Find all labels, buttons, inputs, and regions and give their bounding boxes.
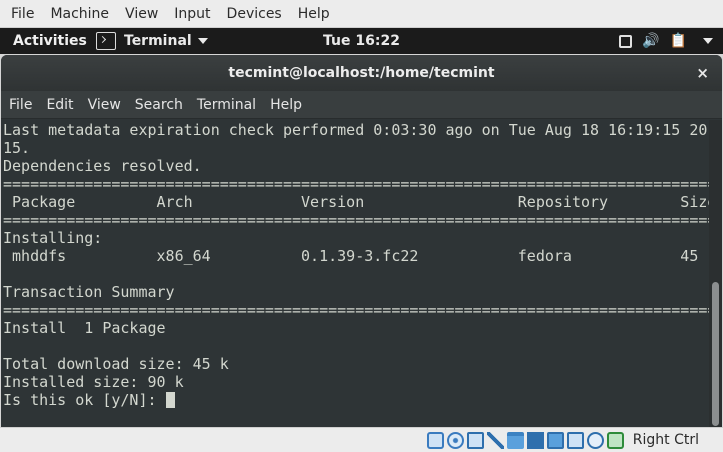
gnome-top-bar: Activities Tue 16:22 Terminal 🔊 📋: [0, 28, 723, 54]
window-titlebar[interactable]: tecmint@localhost:/home/tecmint ×: [1, 55, 722, 91]
terminal-line: ========================================…: [3, 211, 709, 229]
window-title: tecmint@localhost:/home/tecmint: [228, 65, 495, 81]
host-key-label: Right Ctrl: [632, 432, 699, 448]
terminal-screen[interactable]: Last metadata expiration check performed…: [1, 120, 709, 427]
terminal-menu-help[interactable]: Help: [263, 91, 309, 119]
app-menu-terminal[interactable]: Terminal: [96, 28, 208, 54]
vt-x-icon[interactable]: [586, 431, 604, 449]
host-menu-view[interactable]: View: [117, 0, 166, 28]
cpu-icon[interactable]: [566, 431, 584, 449]
prompt-line[interactable]: Is this ok [y/N]:: [3, 391, 709, 409]
host-menu-help[interactable]: Help: [290, 0, 338, 28]
terminal-menu-bar: File Edit View Search Terminal Help: [1, 91, 722, 119]
terminal-line: Last metadata expiration check performed…: [3, 121, 708, 139]
vbox-status-bar: Right Ctrl: [0, 427, 723, 452]
app-menu-label: Terminal: [124, 33, 192, 49]
close-icon[interactable]: ×: [696, 55, 709, 91]
host-menu-file[interactable]: File: [3, 0, 42, 28]
optical-drive-icon[interactable]: [446, 431, 464, 449]
battery-icon[interactable]: 📋: [670, 28, 687, 54]
terminal-menu-edit[interactable]: Edit: [39, 91, 80, 119]
terminal-line: ========================================…: [3, 175, 709, 193]
terminal-line: Package Arch Version Repository Size: [3, 193, 709, 211]
terminal-line: ========================================…: [3, 301, 709, 319]
activities-button[interactable]: Activities: [13, 28, 87, 54]
terminal-line: Install 1 Package: [3, 319, 166, 337]
terminal-icon: [96, 32, 116, 50]
scrollbar-thumb[interactable]: [712, 282, 719, 426]
terminal-menu-search[interactable]: Search: [128, 91, 190, 119]
chevron-down-icon: [197, 38, 208, 44]
mouse-integration-icon[interactable]: [606, 431, 624, 449]
terminal-scrollbar[interactable]: [709, 120, 722, 427]
terminal-line: Total download size: 45 k: [3, 355, 229, 373]
usb-icon[interactable]: [486, 431, 504, 449]
terminal-line: Transaction Summary: [3, 283, 175, 301]
terminal-line: Installed size: 90 k: [3, 373, 184, 391]
terminal-window: tecmint@localhost:/home/tecmint × File E…: [1, 55, 722, 427]
prompt-text: Is this ok [y/N]:: [3, 391, 166, 409]
terminal-line: 15.: [3, 139, 31, 157]
display-icon[interactable]: [526, 431, 544, 449]
hard-disk-icon[interactable]: [426, 431, 444, 449]
host-menu-input[interactable]: Input: [166, 0, 218, 28]
host-menu-bar: File Machine View Input Devices Help: [0, 0, 723, 28]
system-tray[interactable]: 🔊 📋: [619, 28, 713, 54]
volume-icon[interactable]: 🔊: [642, 28, 659, 54]
chevron-down-icon[interactable]: [703, 38, 713, 44]
terminal-menu-file[interactable]: File: [2, 91, 39, 119]
video-capture-icon[interactable]: [546, 431, 564, 449]
terminal-line: Dependencies resolved.: [3, 157, 202, 175]
shared-folder-icon[interactable]: [506, 431, 524, 449]
window-icon[interactable]: [619, 34, 633, 48]
network-icon[interactable]: [466, 431, 484, 449]
host-menu-machine[interactable]: Machine: [42, 0, 117, 28]
text-cursor: [165, 392, 175, 408]
terminal-line: Installing:: [3, 229, 103, 247]
terminal-line: mhddfs x86_64 0.1.39-3.fc22 fedora 45 k: [3, 247, 709, 265]
host-menu-devices[interactable]: Devices: [219, 0, 290, 28]
terminal-menu-view[interactable]: View: [81, 91, 128, 119]
terminal-menu-terminal[interactable]: Terminal: [190, 91, 263, 119]
